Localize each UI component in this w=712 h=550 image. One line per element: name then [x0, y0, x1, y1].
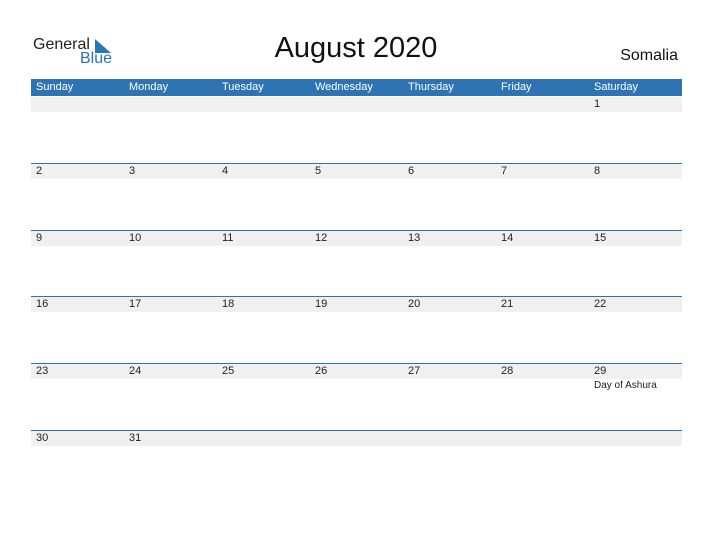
weekday-sunday: Sunday — [36, 81, 74, 93]
day-number — [310, 97, 403, 112]
day-number — [496, 431, 589, 446]
day-number: 18 — [222, 298, 235, 310]
week-row: 2 3 4 5 6 7 8 — [31, 163, 682, 231]
day-number: 22 — [594, 298, 607, 310]
week-row: 23 24 25 26 27 28 29 Day of Ashura — [31, 363, 682, 431]
day-number: 28 — [501, 365, 514, 377]
date-bar: 1 — [31, 97, 682, 112]
day-number — [496, 97, 589, 112]
day-number — [31, 97, 124, 112]
day-number: 12 — [315, 232, 328, 244]
day-number: 31 — [129, 432, 142, 444]
holiday-row: Day of Ashura — [31, 379, 682, 393]
weekday-monday: Monday — [129, 81, 169, 93]
date-bar: 16 17 18 19 20 21 22 — [31, 297, 682, 312]
day-number: 29 — [594, 365, 607, 377]
day-number: 19 — [315, 298, 328, 310]
day-number: 6 — [408, 165, 415, 177]
day-number: 30 — [36, 432, 49, 444]
day-number: 11 — [222, 232, 234, 244]
holiday-label: Day of Ashura — [594, 380, 657, 391]
country-label: Somalia — [620, 47, 678, 64]
holiday-label — [217, 379, 310, 393]
holiday-label — [310, 379, 403, 393]
day-number — [310, 431, 403, 446]
weekday-saturday: Saturday — [594, 81, 639, 93]
week-row: 30 31 — [31, 430, 682, 498]
day-number: 5 — [315, 165, 322, 177]
day-number — [124, 97, 217, 112]
day-number: 26 — [315, 365, 328, 377]
day-number: 15 — [594, 232, 607, 244]
day-number: 10 — [129, 232, 142, 244]
day-number: 20 — [408, 298, 421, 310]
date-bar: 30 31 — [31, 431, 682, 446]
day-number: 3 — [129, 165, 136, 177]
holiday-label — [403, 379, 496, 393]
day-number: 21 — [501, 298, 514, 310]
holiday-label — [496, 379, 589, 393]
day-number — [403, 97, 496, 112]
date-bar: 2 3 4 5 6 7 8 — [31, 164, 682, 179]
day-number: 7 — [501, 165, 508, 177]
date-bar: 9 10 11 12 13 14 15 — [31, 231, 682, 246]
day-number: 17 — [129, 298, 142, 310]
day-number: 14 — [501, 232, 514, 244]
day-number: 23 — [36, 365, 49, 377]
holiday-label — [124, 379, 217, 393]
day-number: 24 — [129, 365, 142, 377]
day-number: 13 — [408, 232, 421, 244]
day-number — [217, 97, 310, 112]
weekday-header: Sunday Monday Tuesday Wednesday Thursday Frid… — [31, 79, 682, 96]
day-number: 16 — [36, 298, 49, 310]
week-row: 1 — [31, 97, 682, 164]
week-row: 16 17 18 19 20 21 22 — [31, 296, 682, 364]
weekday-tuesday: Tuesday — [222, 81, 264, 93]
date-bar: 23 24 25 26 27 28 29 — [31, 364, 682, 379]
week-row: 9 10 11 12 13 14 15 — [31, 230, 682, 298]
page-title: August 2020 — [274, 32, 438, 64]
day-number: 9 — [36, 232, 43, 244]
day-number: 4 — [222, 165, 229, 177]
holiday-label — [31, 379, 124, 393]
day-number: 1 — [594, 98, 601, 110]
weekday-thursday: Thursday — [408, 81, 454, 93]
day-number — [217, 431, 310, 446]
day-number: 25 — [222, 365, 235, 377]
day-number: 8 — [594, 165, 601, 177]
day-number: 27 — [408, 365, 421, 377]
day-number: 2 — [36, 165, 43, 177]
weekday-wednesday: Wednesday — [315, 81, 373, 93]
day-number — [589, 431, 682, 446]
day-number — [403, 431, 496, 446]
weekday-friday: Friday — [501, 81, 532, 93]
